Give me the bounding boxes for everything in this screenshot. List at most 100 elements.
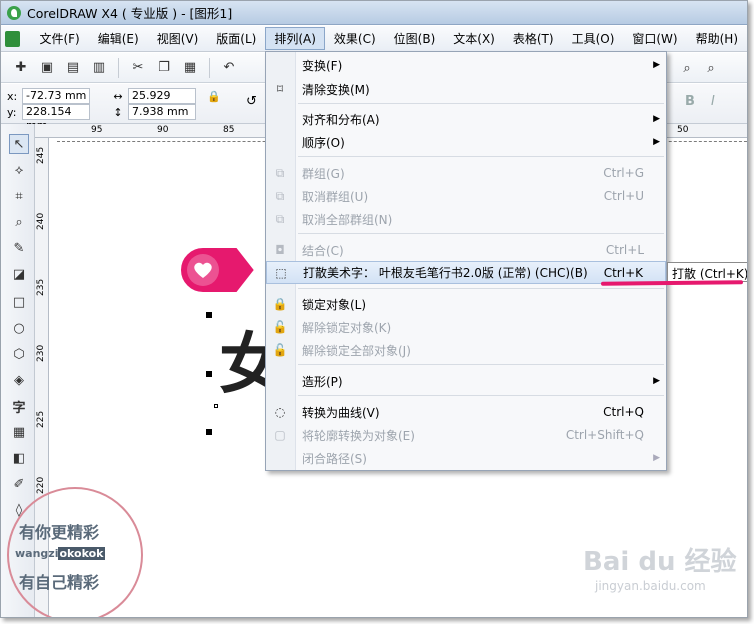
menu-item-transform[interactable]: 变换(F) ▶ [266, 54, 666, 76]
menu-item-close-path[interactable]: 闭合路径(S) ▶ [266, 447, 666, 469]
zoom-page-icon[interactable]: ⌕ [701, 58, 721, 78]
basic-shapes-icon[interactable]: ◈ [9, 370, 29, 390]
selection-handle[interactable] [206, 429, 212, 435]
menu-item-shortcut: Ctrl+L [605, 243, 644, 257]
menu-tools[interactable]: 工具(O) [563, 27, 624, 50]
menu-item-label: 对齐和分布(A) [302, 112, 380, 127]
open-folder-icon[interactable]: ▣ [37, 58, 57, 78]
x-label: x: [7, 89, 18, 103]
width-icon: ↔ [113, 89, 123, 103]
menu-window[interactable]: 窗口(W) [623, 27, 686, 50]
lock-ratio-icon[interactable]: 🔒 [207, 90, 221, 103]
ruler-tick: 225 [36, 410, 46, 428]
menu-layout[interactable]: 版面(L) [207, 27, 265, 50]
break-apart-tooltip: 打散 (Ctrl+K) [667, 262, 747, 282]
copy-icon[interactable]: ❐ [154, 58, 174, 78]
ruler-tick: 230 [36, 344, 46, 362]
menu-item-unlock-all[interactable]: 🔓 解除锁定全部对象(J) [266, 339, 666, 361]
ellipse-tool-icon[interactable]: ○ [9, 318, 29, 338]
menu-item-ungroup-all[interactable]: ⧉ 取消全部群组(N) [266, 208, 666, 230]
undo-icon[interactable]: ↶ [219, 58, 239, 78]
selection-center-handle[interactable] [214, 404, 218, 408]
zoom-tool-icon[interactable]: ⌕ [9, 212, 29, 232]
paste-icon[interactable]: ▦ [180, 58, 200, 78]
menu-item-label: 将轮廓转换为对象(E) [302, 428, 415, 443]
break-apart-icon: ⬚ [275, 265, 287, 280]
polygon-tool-icon[interactable]: ⬡ [9, 344, 29, 364]
cut-icon[interactable]: ✂ [128, 58, 148, 78]
menu-item-break-apart[interactable]: ⬚ 打散美术字： 叶根友毛笔行书2.0版 (正常) (CHC)(B) Ctrl+… [266, 261, 666, 284]
menu-item-shaping[interactable]: 造形(P) ▶ [266, 370, 666, 392]
menu-item-group[interactable]: ⧉ 群组(G) Ctrl+G [266, 162, 666, 184]
submenu-arrow-icon: ▶ [653, 376, 660, 386]
menu-help[interactable]: 帮助(H) [687, 27, 747, 50]
interactive-tool-icon[interactable]: ◧ [9, 448, 29, 468]
menu-text[interactable]: 文本(X) [444, 27, 504, 50]
crop-tool-icon[interactable]: ⌗ [9, 186, 29, 206]
menu-bitmaps[interactable]: 位图(B) [385, 27, 445, 50]
x-position-input[interactable]: -72.73 mm [22, 88, 90, 104]
ruler-tick: 245 [36, 146, 46, 164]
menu-item-combine[interactable]: ◘ 结合(C) Ctrl+L [266, 239, 666, 261]
watermark-line2-prefix: wangzi [15, 547, 59, 560]
menu-item-unlock-object[interactable]: 🔓 解除锁定对象(K) [266, 316, 666, 338]
submenu-arrow-icon: ▶ [653, 60, 660, 70]
rectangle-tool-icon[interactable]: □ [9, 292, 29, 312]
zoom-icon[interactable]: ⌕ [677, 58, 697, 78]
menu-view[interactable]: 视图(V) [148, 27, 208, 50]
menu-item-lock-object[interactable]: 🔒 锁定对象(L) [266, 293, 666, 315]
pick-tool-icon[interactable]: ↖ [9, 134, 29, 154]
menu-separator [298, 288, 664, 289]
menu-effects[interactable]: 效果(C) [325, 27, 385, 50]
save-icon[interactable]: ▤ [63, 58, 83, 78]
freehand-tool-icon[interactable]: ✎ [9, 238, 29, 258]
text-tool-icon[interactable]: 字 [9, 396, 29, 416]
combine-icon: ◘ [275, 243, 285, 257]
document-menu-icon[interactable] [5, 30, 21, 47]
width-input[interactable]: 25.929 mm [128, 88, 196, 116]
title-bar: CorelDRAW X4 ( 专业版 ) - [图形1] [1, 1, 747, 25]
menu-item-outline-to-object[interactable]: ▢ 将轮廓转换为对象(E) Ctrl+Shift+Q [266, 424, 666, 446]
selection-handle[interactable] [206, 371, 212, 377]
menu-item-label: 锁定对象(L) [302, 297, 367, 312]
menu-arrange[interactable]: 排列(A) [265, 27, 325, 50]
x-position: x: -72.73 mm [7, 88, 90, 104]
new-document-icon[interactable]: ✚ [11, 58, 31, 78]
menu-item-align-distribute[interactable]: 对齐和分布(A) ▶ [266, 108, 666, 130]
menu-edit[interactable]: 编辑(E) [89, 27, 148, 50]
ungroup-icon: ⧉ [275, 188, 285, 203]
outline-to-object-icon: ▢ [274, 428, 286, 442]
menu-item-convert-to-curves[interactable]: ◌ 转换为曲线(V) Ctrl+Q [266, 401, 666, 423]
submenu-arrow-icon: ▶ [653, 137, 660, 147]
menu-item-label: 取消全部群组(N) [302, 212, 393, 227]
menu-item-shortcut: Ctrl+K [603, 265, 643, 280]
rotate-icon[interactable]: ↺ [246, 94, 257, 109]
menu-table[interactable]: 表格(T) [504, 27, 563, 50]
menu-item-ungroup[interactable]: ⧉ 取消群组(U) Ctrl+U [266, 185, 666, 207]
shape-tool-icon[interactable]: ⟡ [9, 160, 29, 180]
y-position: y: 228.154 mm [7, 104, 90, 132]
ruler-tick: 85 [223, 125, 235, 135]
menu-file[interactable]: 文件(F) [30, 27, 88, 50]
bold-icon[interactable]: B [685, 94, 695, 109]
menu-item-label: 清除变换(M) [302, 82, 370, 97]
menu-item-clear-transform[interactable]: ⌑ 清除变换(M) [266, 78, 666, 100]
height-input[interactable]: 7.938 mm [128, 104, 196, 120]
ruler-tick: 240 [36, 212, 46, 230]
table-tool-icon[interactable]: ▦ [9, 422, 29, 442]
ruler-tick: 90 [157, 125, 169, 135]
y-position-input[interactable]: 228.154 mm [22, 104, 90, 132]
menu-item-shortcut: Ctrl+G [603, 166, 644, 180]
clear-transform-icon: ⌑ [276, 82, 284, 96]
smart-fill-icon[interactable]: ◪ [9, 264, 29, 284]
print-icon[interactable]: ▥ [89, 58, 109, 78]
menu-item-order[interactable]: 顺序(O) ▶ [266, 131, 666, 153]
selection-handle[interactable] [206, 312, 212, 318]
group-icon: ⧉ [275, 165, 285, 180]
watermark-line2: wangziokokok [15, 547, 105, 560]
italic-icon[interactable]: I [711, 94, 715, 109]
menu-bar: 文件(F) 编辑(E) 视图(V) 版面(L) 排列(A) 效果(C) 位图(B… [1, 26, 747, 52]
eyedropper-icon[interactable]: ✐ [9, 474, 29, 494]
window-title: CorelDRAW X4 ( 专业版 ) - [图形1] [27, 6, 233, 21]
convert-curves-icon: ◌ [274, 405, 286, 419]
